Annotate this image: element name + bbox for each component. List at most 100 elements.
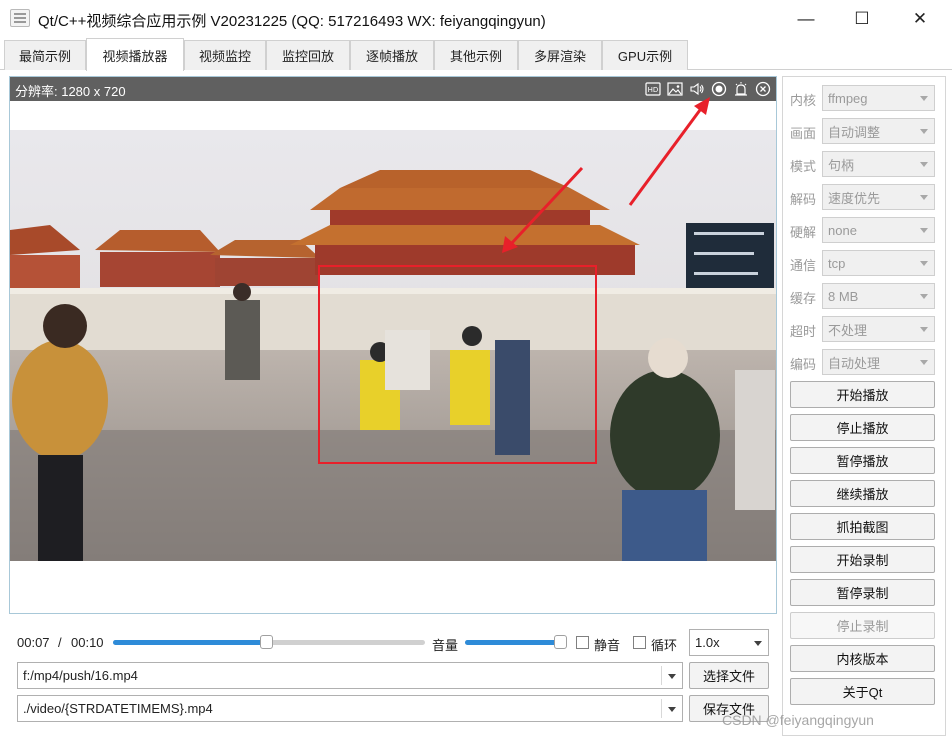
stop-record-button[interactable]: 停止录制	[790, 612, 935, 639]
chevron-down-icon	[920, 162, 928, 167]
kernel-version-button[interactable]: 内核版本	[790, 645, 935, 672]
resolution-label: 分辨率: 1280 x 720	[15, 84, 126, 99]
volume-handle[interactable]	[554, 635, 567, 649]
maximize-button[interactable]: ☐	[834, 0, 890, 38]
progress-fill	[113, 640, 266, 645]
close-button[interactable]: ✕	[892, 0, 948, 38]
timeout-value: 不处理	[828, 322, 868, 338]
combo-separator	[661, 699, 662, 718]
decode-value: 速度优先	[828, 190, 881, 206]
decode-select[interactable]: 速度优先	[822, 184, 935, 210]
mute-label: 静音	[594, 638, 621, 653]
cache-label: 缓存	[790, 291, 817, 306]
speed-select[interactable]: 1.0x	[689, 629, 769, 656]
choose-file-button[interactable]: 选择文件	[689, 662, 769, 689]
progress-handle[interactable]	[259, 635, 273, 649]
mode-label: 模式	[790, 159, 817, 174]
hd-icon[interactable]: HD	[644, 80, 662, 98]
volume-fill	[465, 640, 567, 645]
start-play-button[interactable]: 开始播放	[790, 381, 935, 408]
volume-icon[interactable]	[688, 80, 706, 98]
file-url-value: f:/mp4/push/16.mp4	[23, 668, 138, 683]
mute-checkbox[interactable]	[576, 636, 589, 649]
volume-label: 音量	[432, 638, 459, 653]
tab-gpu-example[interactable]: GPU示例	[602, 40, 688, 70]
tab-multi-screen[interactable]: 多屏渲染	[518, 40, 602, 70]
chevron-down-icon	[920, 96, 928, 101]
save-path-value: ./video/{STRDATETIMEMS}.mp4	[23, 701, 213, 716]
chevron-down-icon	[668, 707, 676, 712]
start-record-button[interactable]: 开始录制	[790, 546, 935, 573]
tab-frame-by-frame[interactable]: 逐帧播放	[350, 40, 434, 70]
transport-select[interactable]: tcp	[822, 250, 935, 276]
kernel-value: ffmpeg	[828, 90, 868, 106]
record-icon[interactable]	[710, 80, 728, 98]
time-separator: /	[58, 635, 62, 650]
title-bar: Qt/C++视频综合应用示例 V20231225 (QQ: 517216493 …	[0, 0, 952, 38]
pause-record-button[interactable]: 暂停录制	[790, 579, 935, 606]
chevron-down-icon	[920, 261, 928, 266]
video-toolbar: 分辨率: 1280 x 720 HD	[10, 77, 776, 101]
progress-slider[interactable]	[113, 635, 425, 649]
loop-label: 循环	[651, 638, 678, 653]
volume-slider[interactable]	[465, 635, 567, 649]
mode-select[interactable]: 句柄	[822, 151, 935, 177]
combo-separator	[661, 666, 662, 685]
kernel-label: 内核	[790, 93, 817, 108]
transport-value: tcp	[828, 255, 846, 271]
chevron-down-icon	[920, 228, 928, 233]
save-path-combo[interactable]: ./video/{STRDATETIMEMS}.mp4	[17, 695, 683, 722]
cache-value: 8 MB	[828, 288, 859, 304]
chevron-down-icon	[920, 360, 928, 365]
chevron-down-icon	[754, 641, 762, 646]
about-qt-button[interactable]: 关于Qt	[790, 678, 935, 705]
resume-play-button[interactable]: 继续播放	[790, 480, 935, 507]
mode-value: 句柄	[828, 157, 855, 173]
snapshot-button[interactable]: 抓拍截图	[790, 513, 935, 540]
tab-simplest[interactable]: 最简示例	[4, 40, 86, 70]
alarm-icon[interactable]	[732, 80, 750, 98]
chevron-down-icon	[920, 294, 928, 299]
decode-label: 解码	[790, 192, 817, 207]
svg-text:HD: HD	[648, 86, 659, 94]
tab-other-examples[interactable]: 其他示例	[434, 40, 518, 70]
minimize-button[interactable]: —	[778, 0, 834, 38]
encode-select[interactable]: 自动处理	[822, 349, 935, 375]
app-icon	[10, 9, 30, 27]
kernel-select[interactable]: ffmpeg	[822, 85, 935, 111]
snapshot-icon[interactable]	[666, 80, 684, 98]
video-image	[10, 130, 776, 561]
encode-label: 编码	[790, 357, 817, 372]
file-url-combo[interactable]: f:/mp4/push/16.mp4	[17, 662, 683, 689]
pause-play-button[interactable]: 暂停播放	[790, 447, 935, 474]
hwdecode-label: 硬解	[790, 225, 817, 240]
picture-select[interactable]: 自动调整	[822, 118, 935, 144]
total-time: 00:10	[71, 635, 104, 650]
chevron-down-icon	[920, 129, 928, 134]
close-circle-icon[interactable]	[754, 80, 772, 98]
transport-label: 通信	[790, 258, 817, 273]
tab-video-player[interactable]: 视频播放器	[86, 38, 184, 71]
video-panel: 分辨率: 1280 x 720 HD	[9, 76, 777, 614]
picture-label: 画面	[790, 126, 817, 141]
window-title: Qt/C++视频综合应用示例 V20231225 (QQ: 517216493 …	[38, 13, 546, 30]
hwdecode-select[interactable]: none	[822, 217, 935, 243]
video-frame[interactable]	[10, 130, 776, 561]
timeout-label: 超时	[790, 324, 817, 339]
hwdecode-value: none	[828, 222, 857, 238]
chevron-down-icon	[668, 674, 676, 679]
current-time: 00:07	[17, 635, 50, 650]
loop-checkbox[interactable]	[633, 636, 646, 649]
tab-video-monitor[interactable]: 视频监控	[184, 40, 266, 70]
timeout-select[interactable]: 不处理	[822, 316, 935, 342]
chevron-down-icon	[920, 195, 928, 200]
stop-play-button[interactable]: 停止播放	[790, 414, 935, 441]
chevron-down-icon	[920, 327, 928, 332]
cache-select[interactable]: 8 MB	[822, 283, 935, 309]
tab-monitor-playback[interactable]: 监控回放	[266, 40, 350, 70]
tab-bar: 最简示例 视频播放器 视频监控 监控回放 逐帧播放 其他示例 多屏渲染 GPU示…	[0, 38, 952, 71]
watermark: CSDN @feiyangqingyun	[722, 712, 874, 728]
speed-value: 1.0x	[695, 635, 720, 650]
picture-value: 自动调整	[828, 124, 881, 140]
encode-value: 自动处理	[828, 355, 881, 371]
